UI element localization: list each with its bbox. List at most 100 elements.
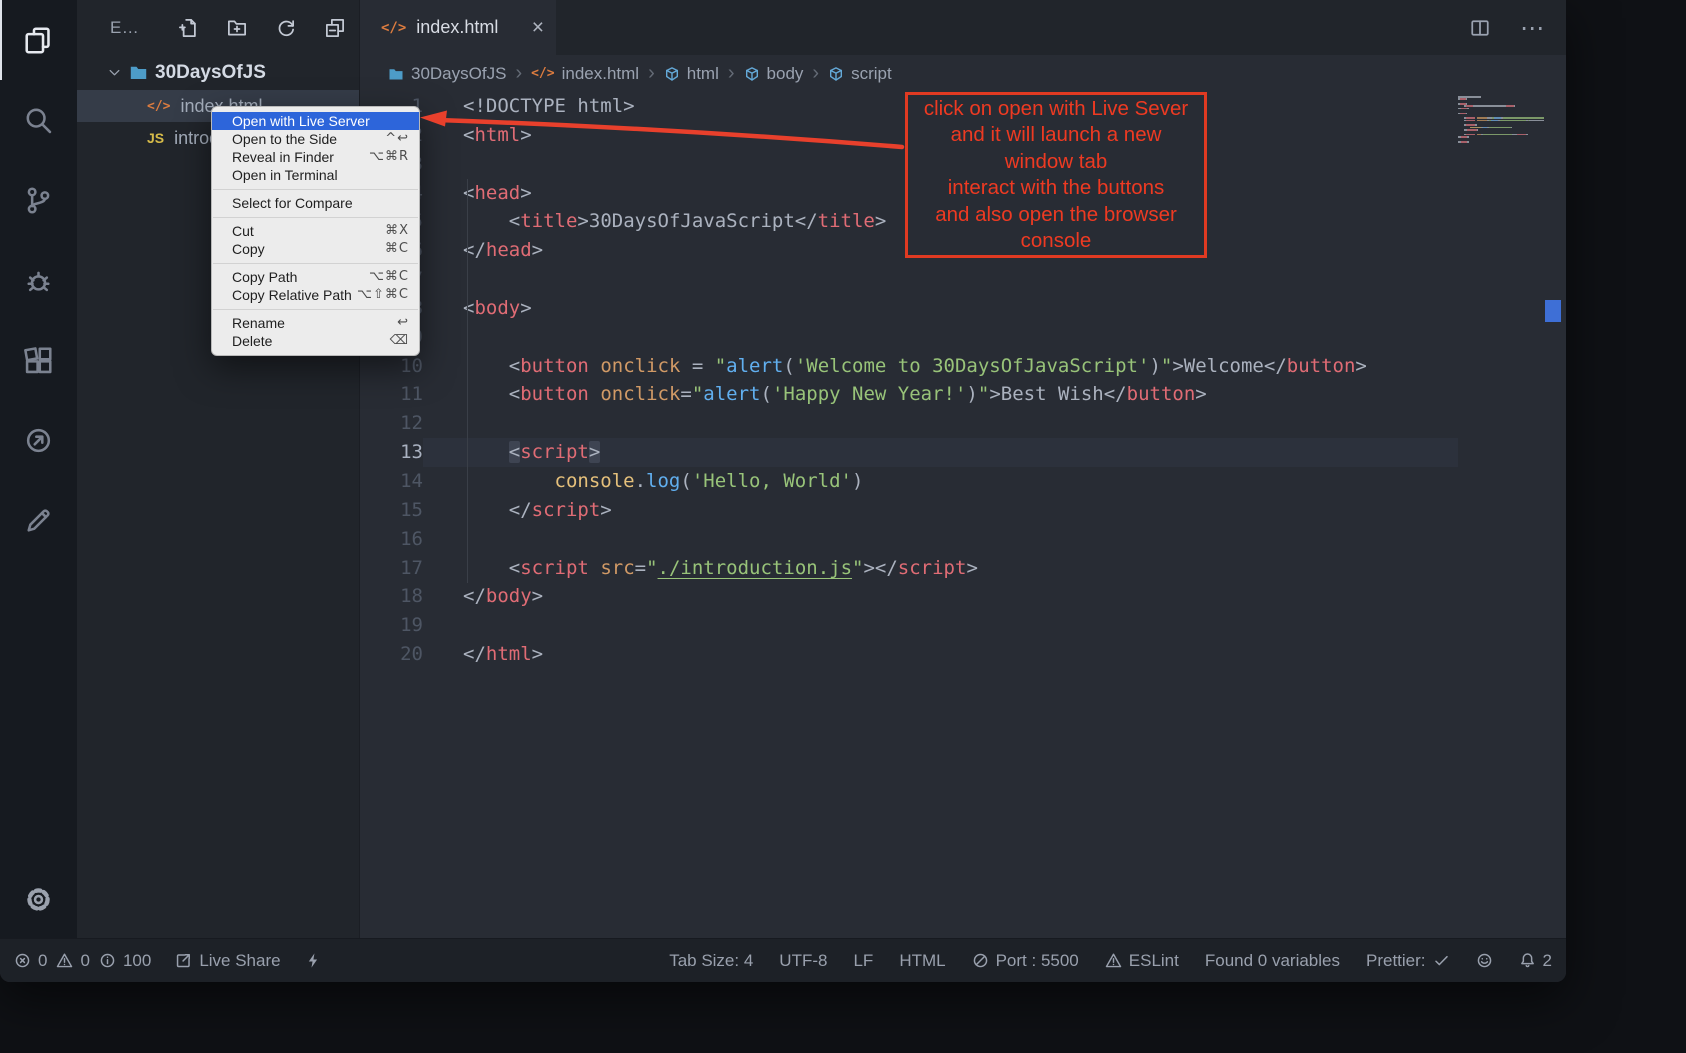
menu-item-open-in-terminal[interactable]: Open in Terminal bbox=[212, 166, 419, 184]
explorer-header: E… bbox=[77, 0, 359, 55]
activity-draw[interactable] bbox=[0, 480, 77, 560]
status-eol[interactable]: LF bbox=[853, 951, 873, 971]
shortcut-hint: ⌥⌘R bbox=[369, 148, 409, 166]
minimap[interactable] bbox=[1458, 96, 1544, 143]
menu-item-reveal-in-finder[interactable]: Reveal in Finder⌥⌘R bbox=[212, 148, 419, 166]
menu-separator bbox=[213, 309, 418, 310]
activity-source-control[interactable] bbox=[0, 160, 77, 240]
activity-items bbox=[0, 0, 77, 560]
code-line-20[interactable]: 20</html> bbox=[360, 640, 1566, 669]
code-line-15[interactable]: 15 </script> bbox=[360, 496, 1566, 525]
activity-settings[interactable] bbox=[0, 870, 77, 928]
breadcrumb-html[interactable]: html bbox=[664, 64, 719, 84]
status-warnings[interactable]: 0 bbox=[56, 951, 89, 971]
cube-icon bbox=[664, 66, 680, 82]
status-feedback[interactable] bbox=[1476, 952, 1493, 969]
activity-extensions[interactable] bbox=[0, 320, 77, 400]
status-quick-run[interactable] bbox=[305, 952, 322, 969]
line-number: 16 bbox=[360, 525, 423, 554]
status-live-server-port[interactable]: Port : 5500 bbox=[972, 951, 1079, 971]
menu-item-open-to-the-side[interactable]: Open to the Side^↩ bbox=[212, 130, 419, 148]
status-live-share[interactable]: Live Share bbox=[175, 951, 280, 971]
annotation-text: click on open with Live Severand it will… bbox=[908, 96, 1204, 255]
code-line-17[interactable]: 17 <script src="./introduction.js"></scr… bbox=[360, 554, 1566, 583]
menu-item-cut[interactable]: Cut⌘X bbox=[212, 222, 419, 240]
tab-close-icon[interactable]: × bbox=[532, 16, 544, 40]
menu-item-copy-relative-path[interactable]: Copy Relative Path⌥⇧⌘C bbox=[212, 286, 419, 304]
code-line-9[interactable]: 9 bbox=[360, 323, 1566, 352]
code-line-10[interactable]: 10 <button onclick = "alert('Welcome to … bbox=[360, 352, 1566, 381]
more-actions-button[interactable]: ⋯ bbox=[1520, 16, 1544, 40]
tree-root-folder[interactable]: 30DaysOfJS bbox=[77, 55, 359, 90]
menu-item-open-with-live-server[interactable]: Open with Live Server bbox=[212, 112, 419, 130]
code-line-19[interactable]: 19 bbox=[360, 611, 1566, 640]
slash-circle-icon bbox=[972, 952, 989, 969]
annotation-line: console bbox=[908, 228, 1204, 255]
code-line-7[interactable]: 7 bbox=[360, 265, 1566, 294]
smiley-icon bbox=[1476, 952, 1493, 969]
menu-item-copy-path[interactable]: Copy Path⌥⌘C bbox=[212, 268, 419, 286]
code-line-16[interactable]: 16 bbox=[360, 525, 1566, 554]
context-menu: Open with Live ServerOpen to the Side^↩R… bbox=[211, 106, 420, 356]
status-info-count[interactable]: 100 bbox=[99, 951, 151, 971]
status-prettier[interactable]: Prettier: bbox=[1366, 951, 1450, 971]
menu-item-select-for-compare[interactable]: Select for Compare bbox=[212, 194, 419, 212]
extensions-icon bbox=[24, 346, 53, 375]
more-icon: ⋯ bbox=[1520, 16, 1544, 40]
shortcut-hint: ^↩ bbox=[385, 130, 409, 148]
menu-separator bbox=[213, 217, 418, 218]
code-line-14[interactable]: 14 console.log('Hello, World') bbox=[360, 467, 1566, 496]
overview-ru1ler[interactable] bbox=[1544, 92, 1566, 938]
new-file-button[interactable] bbox=[178, 18, 198, 38]
status-tab-size[interactable]: Tab Size: 4 bbox=[669, 951, 753, 971]
refresh-explorer-button[interactable] bbox=[276, 18, 296, 38]
activity-search[interactable] bbox=[0, 80, 77, 160]
status-errors[interactable]: 0 bbox=[14, 951, 47, 971]
annotation-line: window tab bbox=[908, 149, 1204, 176]
tab-index-html[interactable]: </> index.html × bbox=[360, 0, 556, 55]
line-number: 20 bbox=[360, 640, 423, 669]
status-eslint[interactable]: ESLint bbox=[1105, 951, 1179, 971]
menu-item-delete[interactable]: Delete⌫ bbox=[212, 332, 419, 350]
annotation-line: and also open the browser bbox=[908, 202, 1204, 229]
explorer-actions bbox=[178, 18, 345, 38]
activity-explorer[interactable] bbox=[0, 0, 77, 80]
status-encoding[interactable]: UTF-8 bbox=[779, 951, 827, 971]
collapse-folders-button[interactable] bbox=[325, 18, 345, 38]
cube-icon bbox=[744, 66, 760, 82]
breadcrumb-separator: › bbox=[515, 62, 522, 85]
html-file-icon: </> bbox=[381, 20, 406, 36]
breadcrumb: 30DaysOfJS›</>index.html›html›body›scrip… bbox=[360, 55, 1566, 92]
code-line-12[interactable]: 12 bbox=[360, 409, 1566, 438]
status-language-mode[interactable]: HTML bbox=[899, 951, 945, 971]
breadcrumb-index-html[interactable]: </>index.html bbox=[531, 64, 639, 84]
code-line-11[interactable]: 11 <button onclick="alert('Happy New Yea… bbox=[360, 380, 1566, 409]
status-variables[interactable]: Found 0 variables bbox=[1205, 951, 1340, 971]
git-icon bbox=[24, 186, 53, 215]
line-number: 17 bbox=[360, 554, 423, 583]
split-editor-button[interactable] bbox=[1470, 18, 1490, 38]
status-notifications[interactable]: 2 bbox=[1519, 951, 1552, 971]
line-number: 11 bbox=[360, 380, 423, 409]
breadcrumb-script[interactable]: script bbox=[828, 64, 892, 84]
breadcrumb-separator: › bbox=[812, 62, 819, 85]
new-folder-button[interactable] bbox=[227, 18, 247, 38]
editor-actions: ⋯ bbox=[1470, 0, 1566, 55]
overview-marker bbox=[1545, 300, 1561, 322]
explorer-title: E… bbox=[110, 18, 139, 38]
tab-bar: </> index.html × ⋯ bbox=[360, 0, 1566, 55]
breadcrumb-body[interactable]: body bbox=[744, 64, 804, 84]
menu-item-rename[interactable]: Rename↩ bbox=[212, 314, 419, 332]
annotation-line: and it will launch a new bbox=[908, 122, 1204, 149]
code-line-8[interactable]: 8<body> bbox=[360, 294, 1566, 323]
shortcut-hint: ⌥⌘C bbox=[369, 268, 409, 286]
breadcrumb-30DaysOfJS[interactable]: 30DaysOfJS bbox=[388, 64, 506, 84]
code-line-13[interactable]: 13 <script> bbox=[360, 438, 1566, 467]
activity-bar bbox=[0, 0, 77, 938]
code-line-18[interactable]: 18</body> bbox=[360, 582, 1566, 611]
line-number: 14 bbox=[360, 467, 423, 496]
activity-live-share[interactable] bbox=[0, 400, 77, 480]
split-icon bbox=[1470, 18, 1490, 38]
menu-item-copy[interactable]: Copy⌘C bbox=[212, 240, 419, 258]
activity-run-and-debug[interactable] bbox=[0, 240, 77, 320]
